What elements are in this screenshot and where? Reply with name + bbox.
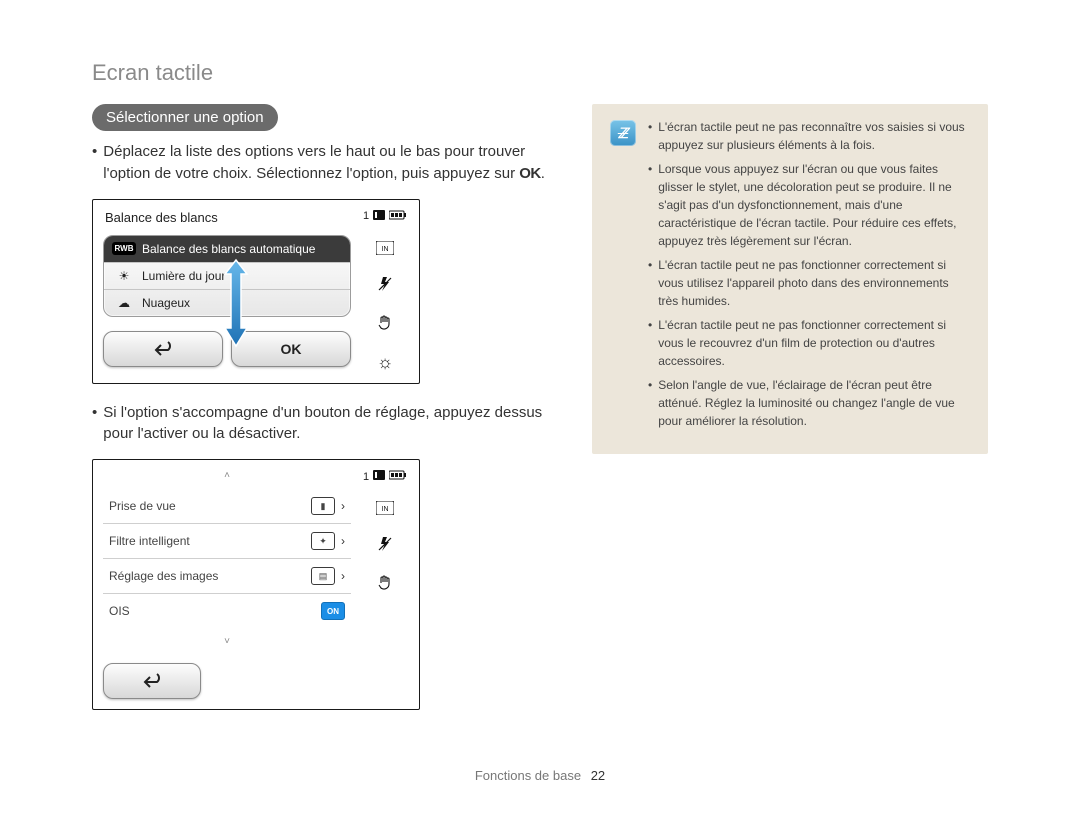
mock1-status-column: 1 IN ☼ [361,200,419,383]
brightness-icon: ☼ [377,352,394,373]
paragraph-2: • Si l'option s'accompagne d'un bouton d… [92,402,552,446]
back-arrow-icon [152,341,174,357]
paragraph-1: • Déplacez la liste des options vers le … [92,141,552,185]
cloud-icon: ☁ [114,296,134,310]
ok-button[interactable]: OK [231,331,351,367]
info-note: Selon l'angle de vue, l'éclairage de l'é… [658,376,970,430]
option-auto-wb[interactable]: RWB Balance des blancs automatique [104,236,350,262]
svg-text:IN: IN [382,246,389,253]
back-arrow-icon [141,673,163,689]
svg-text:IN: IN [382,506,389,513]
content-columns: Sélectionner une option • Déplacez la li… [92,104,988,728]
ois-toggle-on[interactable]: ON [321,602,345,620]
settings-label: Filtre intelligent [109,534,190,548]
camera-mock-white-balance: Balance des blancs RWB Balance des blanc… [92,199,420,384]
chevron-right-icon: › [341,499,345,513]
image-adj-icon: ▤ [311,567,335,585]
info-panel: ℤ •L'écran tactile peut ne pas reconnaît… [592,104,988,454]
section-heading: Sélectionner une option [92,104,278,131]
paragraph-1-prefix: Déplacez la liste des options vers le ha… [103,143,525,182]
settings-list: Prise de vue ▮ › Filtre intelligent ✦ [103,489,351,628]
resolution-icon: IN [376,501,394,518]
battery-icon [389,470,407,483]
option-daylight[interactable]: ☀ Lumière du jour [104,262,350,289]
camera-mock-settings: ˄ Prise de vue ▮ › Filtre intelligent [92,459,420,710]
back-button[interactable] [103,331,223,367]
left-column: Sélectionner une option • Déplacez la li… [92,104,552,728]
info-note: L'écran tactile peut ne pas fonctionner … [658,256,970,310]
settings-row-smart-filter[interactable]: Filtre intelligent ✦ › [103,524,351,559]
back-button[interactable] [103,663,201,699]
chevron-right-icon: › [341,534,345,548]
page-footer: Fonctions de base 22 [0,768,1080,783]
settings-row-ois[interactable]: OIS ON [103,594,351,628]
flash-off-icon [377,276,393,295]
info-note: Lorsque vous appuyez sur l'écran ou que … [658,160,970,250]
settings-label: Prise de vue [109,499,176,513]
bullet-icon: • [92,402,97,446]
mock2-status-column: 1 IN [361,460,419,709]
resolution-icon: IN [376,241,394,258]
smart-filter-icon: ✦ [311,532,335,550]
info-note-list: •L'écran tactile peut ne pas reconnaître… [648,118,970,436]
flash-off-icon [377,536,393,555]
settings-label: OIS [109,604,130,618]
steady-hand-icon [376,313,394,334]
paragraph-1-suffix: . [541,165,545,182]
sun-icon: ☀ [114,269,134,283]
info-note: L'écran tactile peut ne pas reconnaître … [658,118,970,154]
scroll-down[interactable]: ˅ [103,634,351,649]
storage-icon [373,470,385,483]
right-column: ℤ •L'écran tactile peut ne pas reconnaît… [592,104,988,728]
scroll-up[interactable]: ˄ [103,468,351,483]
battery-icon [389,210,407,223]
shots-remaining: 1 [363,210,369,222]
single-shot-icon: ▮ [311,497,335,515]
option-label: Balance des blancs automatique [142,242,315,256]
option-label: Nuageux [142,296,190,310]
steady-hand-icon [376,573,394,594]
bullet-icon: • [92,141,97,185]
chevron-right-icon: › [341,569,345,583]
footer-page-number: 22 [591,768,605,783]
info-note: L'écran tactile peut ne pas fonctionner … [658,316,970,370]
storage-icon [373,210,385,223]
settings-row-shooting[interactable]: Prise de vue ▮ › [103,489,351,524]
page: Ecran tactile Sélectionner une option • … [0,0,1080,815]
white-balance-option-list[interactable]: RWB Balance des blancs automatique ☀ Lum… [103,235,351,317]
paragraph-2-text: Si l'option s'accompagne d'un bouton de … [103,402,552,446]
mock1-header: Balance des blancs [103,208,351,229]
option-label: Lumière du jour [142,269,225,283]
note-icon: ℤ [610,120,636,146]
option-cloudy[interactable]: ☁ Nuageux [104,289,350,316]
ok-inline-icon: OK [519,165,541,182]
shots-remaining: 1 [363,471,369,483]
footer-section: Fonctions de base [475,768,581,783]
settings-label: Réglage des images [109,569,218,583]
settings-row-image-adj[interactable]: Réglage des images ▤ › [103,559,351,594]
page-title: Ecran tactile [92,60,988,86]
rwb-icon: RWB [114,242,134,256]
